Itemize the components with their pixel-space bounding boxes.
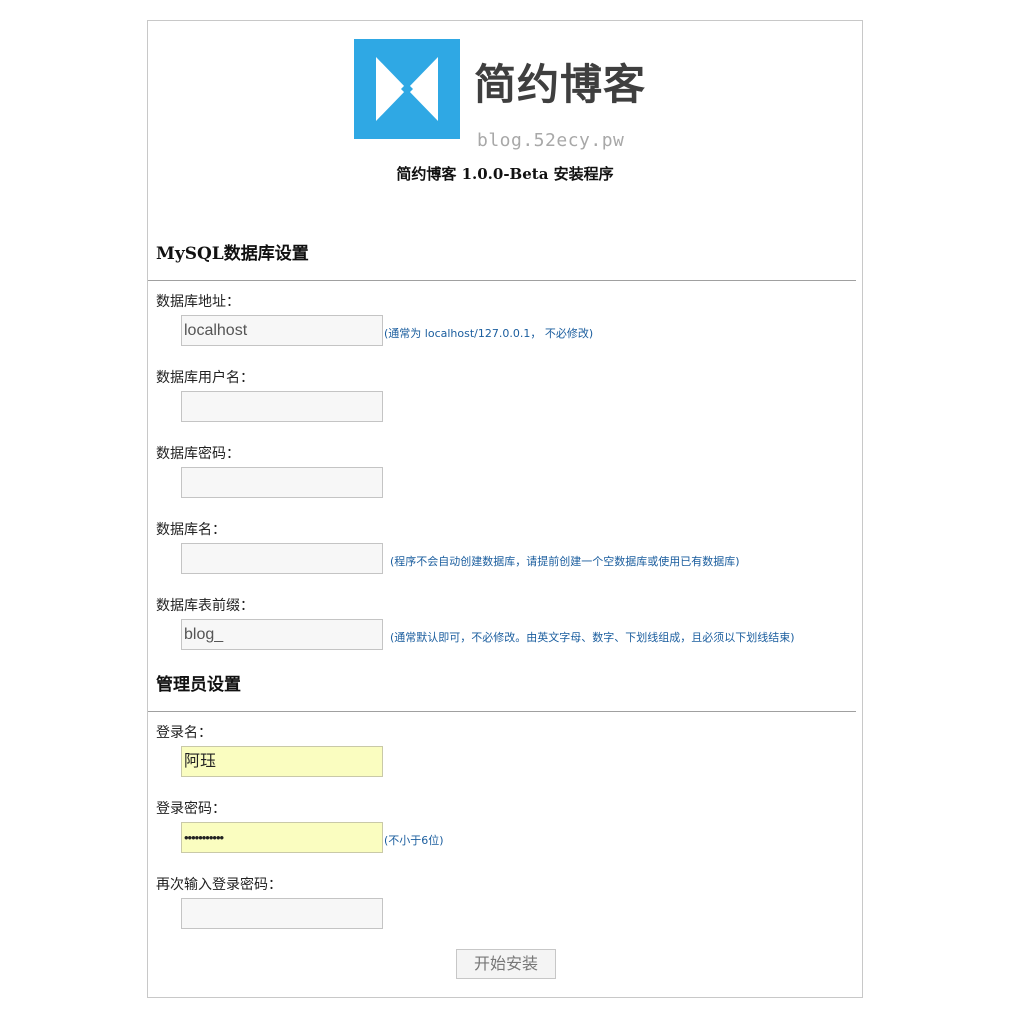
db-user-label: 数据库用户名：	[156, 370, 254, 386]
db-name-input[interactable]	[181, 543, 383, 574]
admin-password-hint: (不小于6位)	[384, 834, 444, 847]
admin-username-label: 登录名：	[156, 725, 212, 741]
admin-username-input[interactable]: 阿珏	[181, 746, 383, 777]
mysql-section-heading: MySQL数据库设置	[156, 244, 309, 264]
db-prefix-input[interactable]: blog_	[181, 619, 383, 650]
install-panel: 简约博客 blog.52ecy.pw 简约博客 1.0.0-Beta 安装程序 …	[147, 20, 863, 998]
db-host-input[interactable]: localhost	[181, 315, 383, 346]
db-name-label: 数据库名：	[156, 522, 226, 538]
admin-password-confirm-input[interactable]	[181, 898, 383, 929]
start-install-button[interactable]: 开始安装	[456, 949, 556, 979]
bowtie-m-logo-icon	[354, 39, 460, 139]
admin-password-input[interactable]: •••••••••••	[181, 822, 383, 853]
db-prefix-hint: (通常默认即可，不必修改。由英文字母、数字、下划线组成，且必须以下划线结束)	[390, 631, 795, 644]
db-host-label: 数据库地址：	[156, 294, 240, 310]
db-host-hint: (通常为 localhost/127.0.0.1， 不必修改)	[384, 327, 594, 340]
section-divider	[148, 711, 856, 712]
section-divider	[148, 280, 856, 281]
db-password-label: 数据库密码：	[156, 446, 240, 462]
db-prefix-label: 数据库表前缀：	[156, 598, 254, 614]
admin-password-confirm-label: 再次输入登录密码：	[156, 877, 282, 893]
page-title: 简约博客 1.0.0-Beta 安装程序	[396, 165, 614, 183]
db-password-input[interactable]	[181, 467, 383, 498]
admin-password-label: 登录密码：	[156, 801, 226, 817]
db-name-hint: (程序不会自动创建数据库，请提前创建一个空数据库或使用已有数据库)	[390, 555, 740, 568]
logo-subtitle: blog.52ecy.pw	[477, 130, 625, 151]
site-logo: 简约博客 blog.52ecy.pw	[354, 39, 654, 151]
admin-section-heading: 管理员设置	[156, 675, 241, 695]
db-user-input[interactable]	[181, 391, 383, 422]
logo-title: 简约博客	[474, 60, 647, 109]
